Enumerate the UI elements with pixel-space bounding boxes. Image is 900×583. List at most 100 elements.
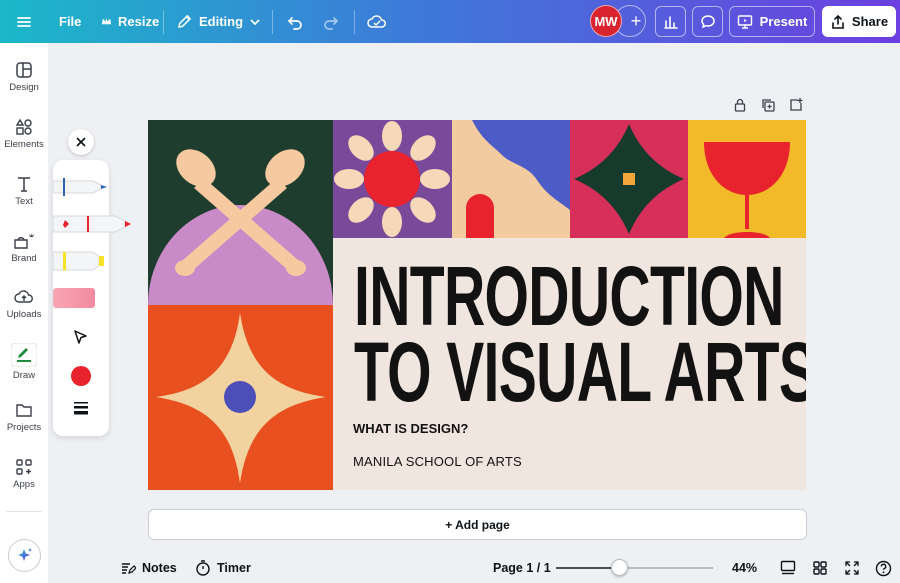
artwork-tile-crossed-paddles (148, 120, 333, 305)
present-button[interactable]: Present (729, 6, 815, 37)
comment-icon (700, 14, 715, 28)
slide-title[interactable]: INTRODUCTION TO VISUAL ARTS (354, 249, 806, 419)
editing-mode-dropdown[interactable]: Editing (176, 0, 261, 43)
file-menu-button[interactable]: File (59, 0, 81, 43)
undo-button[interactable] (286, 0, 304, 43)
lock-icon (734, 98, 746, 112)
sidebar-item-label: Projects (6, 422, 42, 433)
sidebar-item-label: Brand (11, 253, 37, 264)
draw-tools-panel (53, 160, 131, 436)
share-button[interactable]: Share (822, 6, 896, 37)
left-sidebar: Design Elements Text Brand Uploads Draw … (0, 43, 48, 583)
apps-icon (16, 459, 32, 475)
grid-view-button[interactable] (812, 553, 828, 583)
duplicate-page-button[interactable] (760, 97, 776, 113)
timer-button[interactable]: Timer (195, 553, 251, 583)
resize-button[interactable]: Resize (101, 0, 159, 43)
sidebar-item-label: Text (15, 196, 33, 207)
highlighter-yellow-tool[interactable] (53, 246, 109, 276)
file-label: File (59, 14, 82, 29)
stroke-weight-button[interactable] (73, 400, 89, 416)
toolbar-divider (354, 10, 355, 34)
cloud-upload-icon (14, 290, 33, 303)
sidebar-item-label: Apps (13, 479, 35, 490)
sidebar-item-text[interactable]: Text (0, 175, 48, 227)
hamburger-menu-button[interactable] (14, 0, 34, 43)
lock-page-button[interactable] (732, 97, 748, 113)
artwork-tile-goblet (688, 120, 806, 238)
plus-icon: + (630, 10, 642, 31)
pen-color-swatch[interactable] (71, 366, 91, 386)
timer-icon (196, 560, 210, 576)
zoom-slider-fill (556, 567, 619, 569)
zoom-level[interactable]: 44% (732, 553, 757, 583)
sidebar-item-uploads[interactable]: Uploads (0, 288, 48, 340)
timer-label: Timer (217, 561, 251, 575)
undo-icon (287, 16, 302, 30)
toolbar-divider (163, 10, 164, 34)
add-page-button[interactable]: + Add page (148, 509, 807, 540)
slide-title-line2: TO VISUAL ARTS (354, 325, 806, 419)
insights-button[interactable] (655, 6, 686, 37)
grid-view-icon (813, 561, 827, 575)
pen-blue-tool[interactable] (53, 174, 109, 200)
sidebar-divider (6, 511, 42, 512)
cloud-save-button[interactable] (367, 0, 387, 43)
notes-label: Notes (142, 561, 177, 575)
zoom-level-label: 44% (732, 561, 758, 575)
artwork-tile-flower (333, 120, 452, 238)
draw-icon (11, 343, 37, 367)
artwork-tile-star-flower (570, 120, 688, 238)
page-indicator-label: Page 1 / 1 (493, 561, 551, 575)
slide-canvas[interactable]: INTRODUCTION TO VISUAL ARTS WHAT IS DESI… (148, 120, 806, 490)
fullscreen-button[interactable] (844, 553, 860, 583)
sidebar-item-draw[interactable]: Draw (0, 343, 48, 395)
redo-button[interactable] (322, 0, 340, 43)
eraser-tool[interactable] (53, 286, 109, 312)
bar-chart-icon (663, 15, 678, 29)
toolbar-divider (272, 10, 273, 34)
hamburger-icon (17, 16, 31, 27)
notes-icon (122, 563, 136, 574)
chevron-down-icon (250, 18, 260, 25)
share-label: Share (851, 14, 889, 29)
page-view-button[interactable] (780, 553, 796, 583)
slide-subtitle[interactable]: WHAT IS DESIGN? (353, 421, 468, 436)
avatar-initials: MW (594, 13, 618, 29)
pencil-icon (178, 15, 191, 28)
share-upload-icon (832, 14, 844, 29)
zoom-slider-track[interactable] (556, 567, 713, 569)
sidebar-item-elements[interactable]: Elements (0, 118, 48, 170)
sidebar-item-apps[interactable]: Apps (0, 458, 48, 510)
sidebar-item-label: Design (9, 82, 39, 93)
resize-label: Resize (118, 14, 160, 29)
slide-title-line1: INTRODUCTION (354, 249, 784, 343)
cloud-check-icon (367, 14, 386, 28)
notes-button[interactable]: Notes (120, 553, 177, 583)
artwork-tile-arch (452, 120, 570, 238)
page-indicator[interactable]: Page 1 / 1 (493, 553, 551, 583)
sidebar-item-label: Uploads (6, 309, 42, 320)
crown-icon (101, 17, 112, 25)
present-icon (737, 14, 752, 29)
help-button[interactable] (875, 553, 892, 583)
zoom-slider-thumb[interactable] (610, 559, 628, 576)
sidebar-item-brand[interactable]: Brand (0, 232, 48, 284)
artwork-tile-four-point-star (148, 305, 333, 490)
select-tool[interactable] (71, 328, 91, 348)
sidebar-item-projects[interactable]: Projects (0, 401, 48, 453)
add-page-top-button[interactable] (788, 97, 804, 113)
text-icon (18, 177, 30, 192)
comments-button[interactable] (692, 6, 723, 37)
avatar[interactable]: MW (590, 5, 622, 37)
present-label: Present (759, 14, 808, 29)
slide-school-name[interactable]: MANILA SCHOOL OF ARTS (353, 454, 522, 469)
page-view-icon (780, 560, 796, 575)
close-draw-panel-button[interactable] (68, 129, 94, 155)
marker-red-tool[interactable] (53, 210, 133, 238)
redo-icon (324, 16, 339, 30)
shapes-icon (15, 118, 32, 135)
sidebar-item-design[interactable]: Design (0, 61, 48, 113)
layout-icon (16, 62, 32, 78)
magic-assistant-button[interactable] (8, 539, 41, 572)
